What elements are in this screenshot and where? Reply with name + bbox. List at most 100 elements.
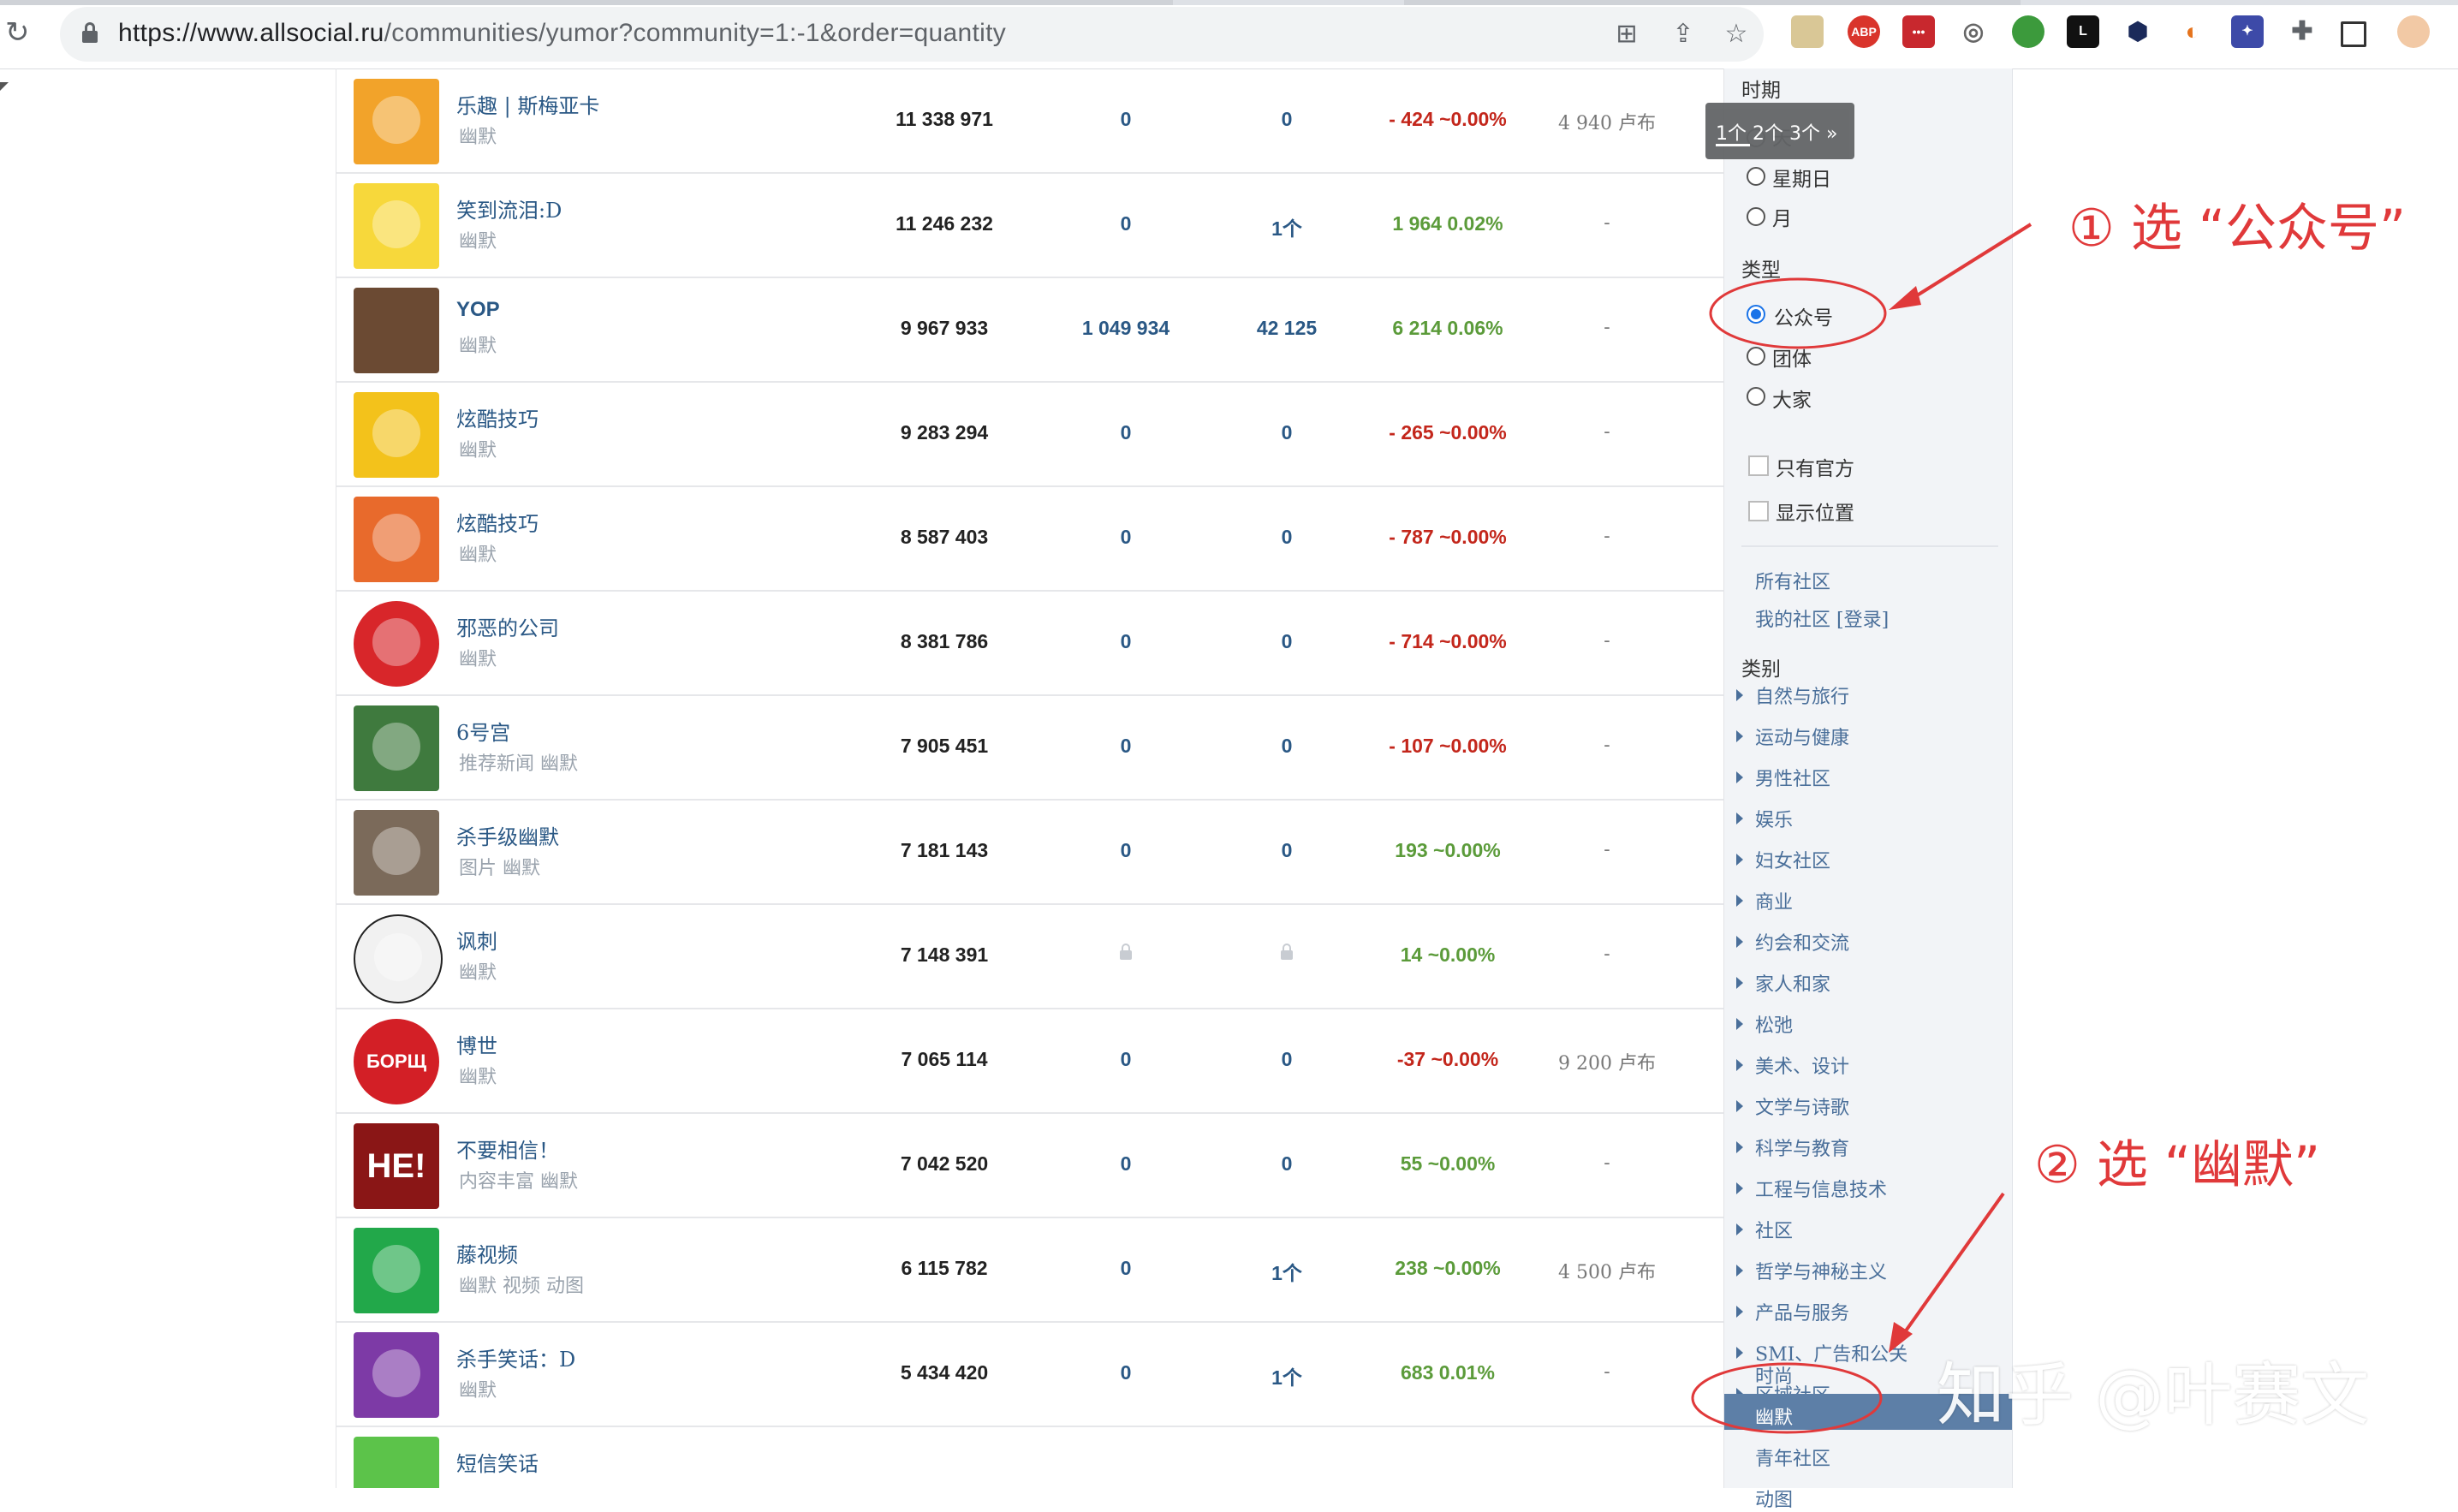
l-extension-icon[interactable]: L	[2067, 15, 2099, 48]
table-row[interactable]: 藤视频 幽默 视频 动图 6 115 782 0 1个 238 ~0.00% 4 500 卢…	[336, 1217, 1723, 1323]
period-week-label[interactable]: 星期日	[1772, 163, 1831, 192]
community-avatar[interactable]	[354, 79, 439, 164]
table-row[interactable]: 笑到流泪:D 幽默 11 246 232 0 1个 1 964 0.02% -	[336, 173, 1723, 278]
category-item[interactable]: 娱乐	[1755, 805, 1793, 832]
table-row[interactable]: БОРЩ 博世 幽默 7 065 114 0 0 -37 ~0.00% 9 200 卢布	[336, 1009, 1723, 1114]
pagination-tooltip[interactable]: 1个 2个 3个 »	[1705, 103, 1854, 159]
all-communities-link[interactable]: 所有社区	[1755, 567, 1830, 594]
category-item[interactable]: 美术、设计	[1755, 1051, 1849, 1079]
community-name-link[interactable]: 乐趣 | 斯梅亚卡	[456, 89, 599, 119]
subcategory-item[interactable]: 动图	[1755, 1485, 1793, 1512]
expand-triangle-icon[interactable]	[1736, 730, 1743, 742]
expand-triangle-icon[interactable]	[1736, 1306, 1743, 1318]
expand-triangle-icon[interactable]	[1736, 1018, 1743, 1030]
community-name-link[interactable]: 讽刺	[456, 925, 497, 955]
community-avatar[interactable]	[354, 497, 439, 582]
community-avatar[interactable]	[354, 288, 439, 373]
colorful-extension-icon[interactable]: ✦	[2231, 15, 2264, 48]
bookmark-star-icon[interactable]: ☆	[1721, 19, 1752, 50]
my-communities-link[interactable]: 我的社区 [登录]	[1755, 604, 1889, 632]
type-public-label[interactable]: 公众号	[1774, 301, 1833, 330]
community-name-link[interactable]: 炫酷技巧	[456, 402, 539, 432]
globe-extension-icon[interactable]	[2012, 15, 2044, 48]
only-official-checkbox[interactable]	[1748, 455, 1769, 476]
community-name-link[interactable]: 邪恶的公司	[456, 611, 559, 641]
community-avatar[interactable]	[354, 705, 439, 791]
community-avatar[interactable]	[354, 1228, 439, 1313]
period-month-label[interactable]: 月	[1772, 202, 1792, 231]
table-row[interactable]: 6号宫 推荐新闻 幽默 7 905 451 0 0 - 107 ~0.00% -	[336, 695, 1723, 801]
community-avatar[interactable]	[354, 183, 439, 269]
expand-triangle-icon[interactable]	[1736, 895, 1743, 907]
table-row[interactable]: 乐趣 | 斯梅亚卡 幽默 11 338 971 0 0 - 424 ~0.00% 4 940…	[336, 68, 1723, 174]
period-week-radio[interactable]	[1747, 167, 1765, 186]
community-avatar[interactable]	[354, 914, 443, 1003]
community-name-link[interactable]: 杀手级幽默	[456, 820, 559, 850]
community-name-link[interactable]: YOP	[456, 298, 500, 322]
table-row[interactable]: 讽刺 幽默 7 148 391 14 ~0.00% -	[336, 904, 1723, 1009]
type-public-radio[interactable]	[1747, 305, 1765, 324]
show-location-label[interactable]: 显示位置	[1776, 497, 1854, 526]
category-item[interactable]: 运动与健康	[1755, 723, 1849, 750]
table-row[interactable]: 炫酷技巧 幽默 8 587 403 0 0 - 787 ~0.00% -	[336, 486, 1723, 592]
community-name-link[interactable]: 藤视频	[456, 1238, 518, 1268]
adblock-plus-icon[interactable]: ABP	[1848, 15, 1880, 48]
community-name-link[interactable]: 笑到流泪:D	[456, 193, 562, 223]
lastpass-icon[interactable]: •••	[1902, 15, 1935, 48]
community-name-link[interactable]: 炫酷技巧	[456, 507, 539, 537]
only-official-label[interactable]: 只有官方	[1776, 452, 1854, 481]
community-name-link[interactable]: 博世	[456, 1029, 497, 1059]
community-avatar[interactable]: НЕ!	[354, 1123, 439, 1209]
community-avatar[interactable]	[354, 392, 439, 478]
table-row[interactable]: YOP 幽默 9 967 933 1 049 934 42 125 6 214 0.06%…	[336, 277, 1723, 383]
expand-triangle-icon[interactable]	[1736, 1182, 1743, 1194]
table-row[interactable]: 杀手笑话：D 幽默 5 434 420 0 1个 683 0.01% -	[336, 1322, 1723, 1427]
category-item[interactable]: 家人和家	[1755, 969, 1830, 997]
expand-triangle-icon[interactable]	[1736, 1265, 1743, 1277]
category-item[interactable]: 工程与信息技术	[1755, 1175, 1887, 1202]
expand-triangle-icon[interactable]	[1736, 1347, 1743, 1359]
expand-triangle-icon[interactable]	[1736, 1141, 1743, 1153]
category-item[interactable]: 商业	[1755, 887, 1793, 914]
expand-triangle-icon[interactable]	[1736, 854, 1743, 866]
profile-avatar[interactable]	[2397, 15, 2430, 48]
address-bar[interactable]: https://www.allsocial.ru/communities/yum…	[60, 7, 1764, 62]
expand-triangle-icon[interactable]	[1736, 813, 1743, 824]
expand-triangle-icon[interactable]	[1736, 689, 1743, 701]
table-row[interactable]: НЕ! 不要相信！ 内容丰富 幽默 7 042 520 0 0 55 ~0.00% -	[336, 1113, 1723, 1218]
camera-icon[interactable]: ◎	[1957, 15, 1990, 48]
category-item[interactable]: 自然与旅行	[1755, 682, 1849, 709]
expand-triangle-icon[interactable]	[1736, 1100, 1743, 1112]
type-group-radio[interactable]	[1747, 347, 1765, 366]
type-group-label[interactable]: 团体	[1772, 342, 1812, 372]
period-month-radio[interactable]	[1747, 207, 1765, 226]
category-item[interactable]: 文学与诗歌	[1755, 1092, 1849, 1120]
category-item[interactable]: 松弛	[1755, 1010, 1793, 1038]
expand-triangle-icon[interactable]	[1736, 936, 1743, 948]
category-item[interactable]: 哲学与神秘主义	[1755, 1257, 1887, 1284]
category-item[interactable]: 产品与服务	[1755, 1298, 1849, 1325]
subcategory-item-selected[interactable]: 幽默	[1755, 1402, 1793, 1430]
hex-extension-icon[interactable]: ⬢	[2122, 15, 2154, 48]
share-icon[interactable]: ⇪	[1668, 19, 1699, 50]
expand-triangle-icon[interactable]	[1736, 771, 1743, 783]
side-panel-icon[interactable]	[2341, 21, 2366, 47]
swirl-extension-icon[interactable]: ◐	[2176, 15, 2209, 48]
extensions-puzzle-icon[interactable]: ✚	[2286, 15, 2318, 48]
table-row[interactable]: 短信笑话	[336, 1426, 1723, 1488]
community-name-link[interactable]: 6号宫	[456, 716, 510, 746]
community-name-link[interactable]: 不要相信！	[456, 1134, 559, 1164]
category-item[interactable]: 男性社区	[1755, 764, 1830, 791]
community-avatar[interactable]	[354, 1437, 439, 1488]
expand-triangle-icon[interactable]	[1736, 1223, 1743, 1235]
community-name-link[interactable]: 短信笑话	[456, 1447, 539, 1477]
reload-icon[interactable]: ↻	[5, 15, 39, 50]
translate-icon[interactable]: ⊞	[1611, 19, 1642, 50]
type-all-radio[interactable]	[1747, 387, 1765, 406]
expand-triangle-icon[interactable]	[1736, 977, 1743, 989]
community-avatar[interactable]	[354, 601, 439, 687]
table-row[interactable]: 邪恶的公司 幽默 8 381 786 0 0 - 714 ~0.00% -	[336, 591, 1723, 696]
community-avatar[interactable]	[354, 1332, 439, 1418]
url-text[interactable]: https://www.allsocial.ru/communities/yum…	[118, 19, 1006, 48]
subcategory-item[interactable]: 时尚	[1755, 1361, 1793, 1389]
